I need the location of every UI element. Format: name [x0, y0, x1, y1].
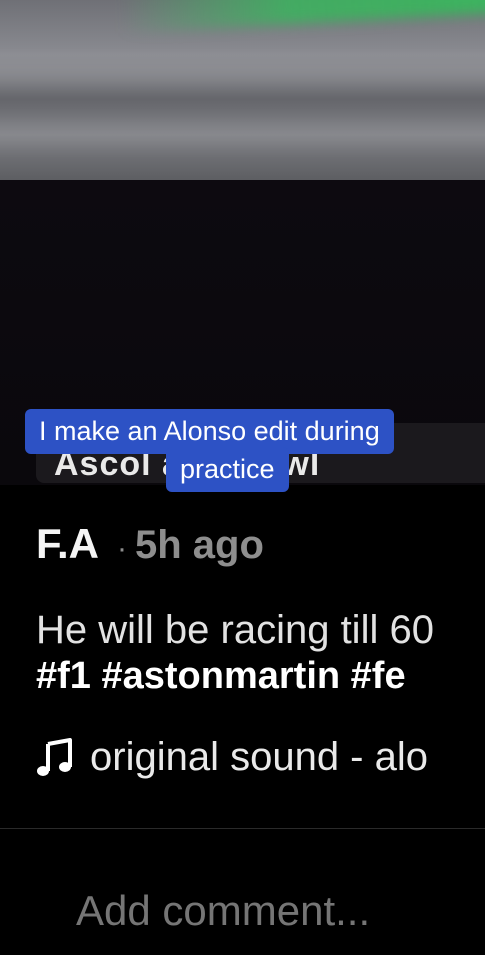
video-frame[interactable] — [0, 0, 485, 180]
author-row: F.A · 5h ago — [36, 520, 264, 570]
video-green-streak — [119, 0, 485, 33]
video-blur-band — [0, 120, 485, 146]
separator-dot: · — [117, 532, 127, 565]
caption-line-2: practice — [166, 447, 289, 492]
comment-input[interactable] — [76, 886, 476, 936]
sound-row[interactable]: original sound - alo — [36, 735, 428, 780]
video-blur-band — [0, 60, 485, 86]
divider — [0, 828, 485, 829]
music-note-icon — [37, 737, 72, 776]
post-hashtags[interactable]: #f1 #astonmartin #fe — [36, 655, 406, 698]
sound-label: original sound - alo — [90, 735, 428, 779]
post-description[interactable]: He will be racing till 60 — [36, 608, 434, 653]
post-time: 5h ago — [135, 523, 264, 567]
author-name[interactable]: F.A — [36, 520, 99, 568]
